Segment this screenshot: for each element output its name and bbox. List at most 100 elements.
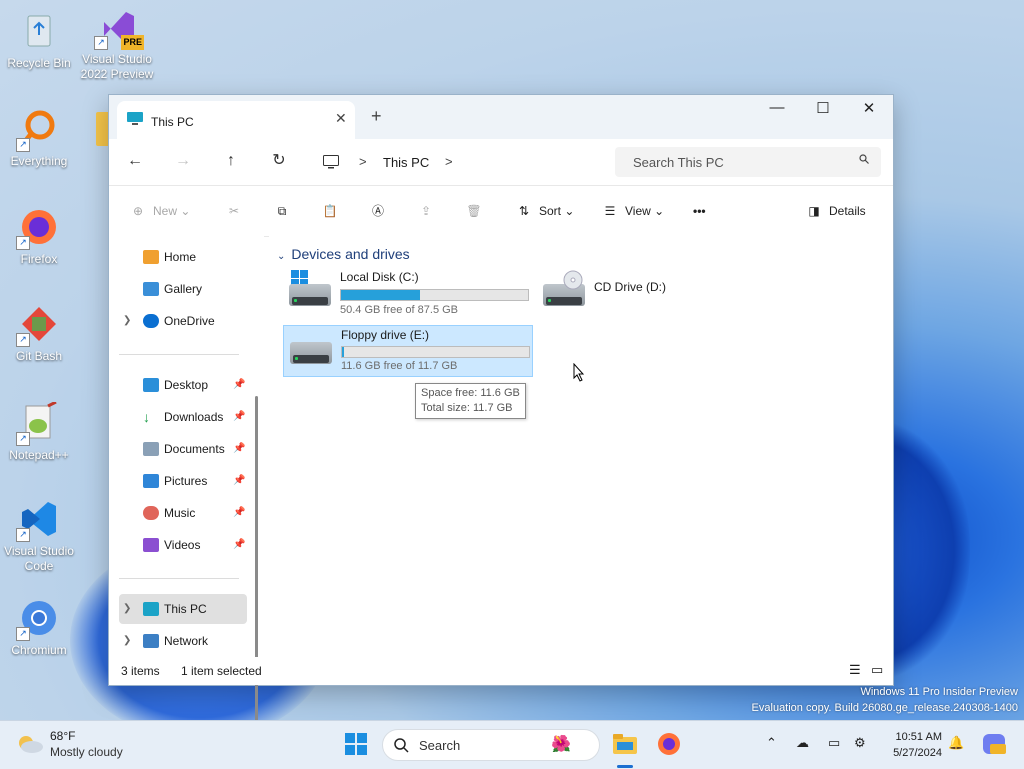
close-window-button[interactable]: ✕ xyxy=(849,99,889,121)
drive-usage-fill xyxy=(342,347,344,357)
sidebar-item-label: Gallery xyxy=(164,282,203,296)
desktop-icon-notepad-plus-plus[interactable]: ↗ Notepad++ xyxy=(2,400,76,463)
breadcrumb-separator[interactable]: > xyxy=(359,154,367,169)
group-header-label: Devices and drives xyxy=(291,246,410,262)
sidebar-item-network[interactable]: ❯ Network xyxy=(119,626,247,656)
forward-arrow-icon[interactable]: → xyxy=(171,149,195,173)
view-label: View xyxy=(625,204,651,218)
firefox-taskbar-icon[interactable] xyxy=(655,730,683,758)
tooltip-total-size: Total size: 11.7 GB xyxy=(421,402,513,414)
address-bar[interactable]: > This PC > xyxy=(313,147,609,177)
group-header-devices-and-drives[interactable]: ⌄ Devices and drives xyxy=(277,246,410,262)
taskbar: 68°F Mostly cloudy Search 🌺 ⌃ ☁ ▭ ⚙ 10:5… xyxy=(0,720,1024,769)
close-tab-icon[interactable]: ✕ xyxy=(335,110,347,127)
sidebar-item-label: Documents xyxy=(164,442,225,456)
maximize-button[interactable]: ☐ xyxy=(803,99,843,121)
tab-title: This PC xyxy=(151,115,194,129)
sidebar-item-music[interactable]: Music 📌 xyxy=(119,498,247,528)
refresh-icon[interactable]: ↻ xyxy=(267,149,291,173)
recycle-bin-icon xyxy=(18,10,60,52)
chevron-right-icon[interactable]: ❯ xyxy=(123,626,131,656)
share-icon[interactable]: ⇪ xyxy=(417,200,441,222)
navigation-pane: Home Gallery ❯ OneDrive Desktop 📌 ↓ Down… xyxy=(109,236,264,756)
new-button[interactable]: ⊕ New ⌄ xyxy=(129,200,190,222)
delete-icon[interactable]: 🗑 xyxy=(465,200,489,222)
new-tab-button[interactable]: + xyxy=(371,106,382,127)
hard-drive-icon xyxy=(289,284,331,306)
pin-icon[interactable]: 📌 xyxy=(233,370,245,400)
copy-icon[interactable]: ⧉ xyxy=(273,200,297,222)
details-view-icon[interactable]: ☰ xyxy=(849,662,861,678)
navigation-bar: ← → ↑ ↻ > This PC > Search This PC xyxy=(109,139,893,185)
sidebar-item-home[interactable]: Home xyxy=(119,242,247,272)
pin-icon[interactable]: 📌 xyxy=(233,498,245,528)
details-button[interactable]: ◨ Details xyxy=(805,200,865,222)
desktop-icon-recycle-bin[interactable]: Recycle Bin xyxy=(2,10,76,71)
cut-icon[interactable]: ✂ xyxy=(225,200,249,222)
documents-icon xyxy=(143,442,159,456)
desktop-icon-visual-studio-preview[interactable]: PRE ↗ Visual Studio 2022 Preview xyxy=(80,6,154,82)
pin-icon[interactable]: 📌 xyxy=(233,402,245,432)
sidebar-item-documents[interactable]: Documents 📌 xyxy=(119,434,247,464)
sidebar-scrollbar[interactable] xyxy=(255,396,258,756)
drive-cd-d[interactable]: CD Drive (D:) xyxy=(537,270,737,318)
onedrive-cloud-icon xyxy=(143,314,159,328)
taskbar-search-box[interactable]: Search 🌺 xyxy=(382,729,600,761)
tiles-view-icon[interactable]: ▭ xyxy=(871,662,883,678)
desktop-icon-git-bash[interactable]: ↗ Git Bash xyxy=(2,303,76,364)
chevron-right-icon[interactable]: ❯ xyxy=(123,306,131,336)
sidebar-item-pictures[interactable]: Pictures 📌 xyxy=(119,466,247,496)
pin-icon[interactable]: 📌 xyxy=(233,530,245,560)
sidebar-item-label: This PC xyxy=(164,602,207,616)
notification-bell-icon[interactable]: 🔔 xyxy=(948,735,964,751)
chevron-right-icon[interactable]: ❯ xyxy=(123,594,131,624)
network-icon xyxy=(143,634,159,648)
up-arrow-icon[interactable]: ↑ xyxy=(219,149,243,173)
onedrive-offline-icon[interactable]: ☁ xyxy=(796,735,809,751)
drive-local-disk-c[interactable]: Local Disk (C:) 50.4 GB free of 87.5 GB xyxy=(283,270,533,318)
shortcut-arrow-icon: ↗ xyxy=(16,236,30,250)
breadcrumb-this-pc[interactable]: This PC xyxy=(383,155,429,170)
sidebar-item-onedrive[interactable]: ❯ OneDrive xyxy=(119,306,247,336)
drive-name: Local Disk (C:) xyxy=(340,270,419,284)
file-explorer-window: This PC ✕ + — ☐ ✕ ← → ↑ ↻ > This PC > Se… xyxy=(108,94,894,756)
everything-icon: ↗ xyxy=(16,108,60,152)
status-selection-count: 1 item selected xyxy=(181,664,262,678)
more-options-button[interactable]: ••• xyxy=(693,200,706,222)
rename-icon[interactable]: Ⓐ xyxy=(369,200,393,222)
search-input[interactable]: Search This PC xyxy=(615,147,881,177)
sidebar-item-videos[interactable]: Videos 📌 xyxy=(119,530,247,560)
pin-icon[interactable]: 📌 xyxy=(233,434,245,464)
sidebar-item-gallery[interactable]: Gallery xyxy=(119,274,247,304)
copilot-icon[interactable] xyxy=(980,730,1008,758)
folder-icon xyxy=(96,112,108,146)
title-bar[interactable]: This PC ✕ + — ☐ ✕ xyxy=(109,95,893,139)
back-arrow-icon[interactable]: ← xyxy=(123,149,147,173)
paste-icon[interactable]: 📋 xyxy=(321,200,345,222)
desktop-icon xyxy=(143,378,159,392)
file-explorer-taskbar-icon[interactable] xyxy=(611,730,639,758)
breadcrumb-separator[interactable]: > xyxy=(445,154,453,169)
sidebar-item-downloads[interactable]: ↓ Downloads 📌 xyxy=(119,402,247,432)
show-hidden-icons-chevron-icon[interactable]: ⌃ xyxy=(766,735,777,751)
sidebar-item-desktop[interactable]: Desktop 📌 xyxy=(119,370,247,400)
shortcut-arrow-icon: ↗ xyxy=(16,528,30,542)
minimize-button[interactable]: — xyxy=(757,99,797,121)
sort-button[interactable]: ⇅ Sort ⌄ xyxy=(515,200,574,222)
floppy-drive-icon xyxy=(290,342,332,364)
chromium-icon: ↗ xyxy=(16,597,60,641)
sidebar-item-this-pc[interactable]: ❯ This PC xyxy=(119,594,247,624)
start-windows-icon[interactable] xyxy=(342,730,370,758)
desktop-icon-vscode[interactable]: ↗ Visual Studio Code xyxy=(2,498,76,574)
display-icon[interactable]: ▭ xyxy=(828,735,840,751)
desktop-icon-firefox[interactable]: ↗ Firefox xyxy=(2,206,76,267)
desktop-icon-everything[interactable]: ↗ Everything xyxy=(2,108,76,169)
desktop-icon-chromium[interactable]: ↗ Chromium xyxy=(2,597,76,658)
tab-this-pc[interactable]: This PC ✕ xyxy=(117,101,355,139)
plus-circle-icon: ⊕ xyxy=(132,204,144,218)
pin-icon[interactable]: 📌 xyxy=(233,466,245,496)
clock[interactable]: 10:51 AM 5/27/2024 xyxy=(884,729,942,761)
drive-floppy-e[interactable]: Floppy drive (E:) 11.6 GB free of 11.7 G… xyxy=(283,325,533,377)
network-icon[interactable]: ⚙ xyxy=(854,735,866,751)
view-button[interactable]: ☰ View ⌄ xyxy=(601,200,665,222)
